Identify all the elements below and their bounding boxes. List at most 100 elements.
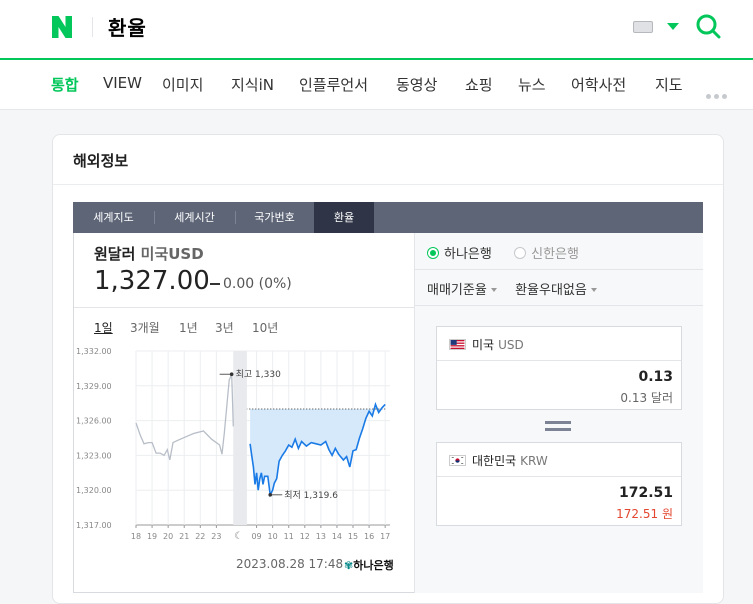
x-tick-label: 20 bbox=[163, 532, 173, 541]
dropdown-triangle-icon[interactable] bbox=[667, 23, 679, 30]
from-currency-selector[interactable]: 미국USD bbox=[437, 327, 681, 361]
hana-bank-logo: ✾하나은행 bbox=[344, 557, 394, 573]
divider bbox=[415, 269, 703, 270]
to-amount-text: 172.51 원 bbox=[616, 505, 673, 522]
x-tick-label: 21 bbox=[179, 532, 189, 541]
subtab-world-time[interactable]: 세계시간 bbox=[154, 202, 235, 233]
rate-change: 0.00 (0%) bbox=[210, 276, 292, 292]
to-code: KRW bbox=[520, 454, 548, 468]
subtab-exchange-rate[interactable]: 환율 bbox=[314, 202, 374, 233]
y-tick-label: 1,317.00 bbox=[76, 521, 112, 530]
tab-news[interactable]: 뉴스 bbox=[518, 74, 546, 95]
search-query[interactable]: 환율 bbox=[108, 12, 147, 41]
max-label: 최고 1,330 bbox=[236, 369, 281, 380]
converter-to[interactable]: 대한민국 KRW 172.51 172.51 원 bbox=[436, 442, 682, 526]
change-value: 0.00 bbox=[223, 276, 254, 292]
preference-label: 환율우대없음 bbox=[515, 283, 587, 298]
x-tick-label: 09 bbox=[251, 532, 261, 541]
bank-label-shinhan[interactable]: 신한은행 bbox=[531, 247, 579, 262]
keyboard-icon[interactable] bbox=[633, 21, 653, 33]
currency-name: 원달러 미국USD bbox=[94, 243, 204, 264]
currency-code: 미국USD bbox=[141, 245, 204, 263]
divider bbox=[92, 17, 93, 37]
exchange-panel: 원달러 미국USD 1,327.00 0.00 (0%) 1일 3개월 1년 3… bbox=[73, 233, 703, 593]
period-3y[interactable]: 3년 bbox=[215, 319, 234, 336]
x-tick-label: 17 bbox=[380, 532, 390, 541]
x-tick-label: 18 bbox=[131, 532, 141, 541]
x-tick-label: 23 bbox=[211, 532, 221, 541]
y-tick-label: 1,326.00 bbox=[76, 417, 112, 426]
x-tick-label: 19 bbox=[147, 532, 157, 541]
equals-icon bbox=[545, 421, 571, 431]
rate-timestamp: 2023.08.28 17:48 bbox=[236, 557, 343, 571]
x-tick-label: 15 bbox=[348, 532, 358, 541]
from-amount-text: 0.13 달러 bbox=[620, 389, 673, 406]
more-icon[interactable] bbox=[706, 84, 730, 103]
to-currency-selector[interactable]: 대한민국 KRW bbox=[437, 443, 681, 477]
subtab-bar: 세계지도 세계시간 국가번호 환율 bbox=[73, 202, 703, 233]
rate-type-label: 매매기준율 bbox=[427, 283, 487, 298]
tab-image[interactable]: 이미지 bbox=[162, 74, 203, 95]
subtab-world-map[interactable]: 세계지도 bbox=[73, 202, 154, 233]
x-tick-label: 12 bbox=[300, 532, 310, 541]
card-title: 해외정보 bbox=[73, 150, 128, 171]
converter-from[interactable]: 미국USD 0.13 0.13 달러 bbox=[436, 326, 682, 410]
from-amount-input[interactable]: 0.13 bbox=[638, 369, 673, 385]
search-tabs: 통합 VIEW 이미지 지식iN 인플루언서 동영상 쇼핑 뉴스 어학사전 지도 bbox=[0, 60, 753, 110]
overseas-info-card: 해외정보 세계지도 세계시간 국가번호 환율 원달러 미국USD 1,327.0… bbox=[52, 134, 724, 604]
caret-down-icon bbox=[591, 288, 597, 292]
preference-dropdown[interactable]: 환율우대없음 bbox=[515, 283, 597, 298]
bank-selector: 하나은행 신한은행 bbox=[427, 243, 579, 261]
divider bbox=[74, 307, 414, 308]
tab-all[interactable]: 통합 bbox=[51, 74, 79, 95]
min-marker bbox=[268, 493, 272, 497]
radio-shinhan[interactable] bbox=[514, 247, 526, 259]
radio-hana[interactable] bbox=[427, 247, 439, 259]
moon-icon: ☾ bbox=[234, 531, 243, 542]
y-tick-label: 1,323.00 bbox=[76, 451, 112, 460]
divider bbox=[415, 305, 703, 306]
subtab-country-code[interactable]: 국가번호 bbox=[235, 202, 314, 233]
tab-shopping[interactable]: 쇼핑 bbox=[465, 74, 493, 95]
min-label: 최저 1,319.6 bbox=[284, 490, 338, 501]
x-tick-label: 22 bbox=[195, 532, 205, 541]
bank-logo-text: 하나은행 bbox=[353, 559, 393, 572]
period-1y[interactable]: 1년 bbox=[179, 319, 198, 336]
y-tick-label: 1,332.00 bbox=[76, 347, 112, 356]
caret-down-icon bbox=[491, 288, 497, 292]
search-icon[interactable] bbox=[695, 13, 721, 39]
period-3m[interactable]: 3개월 bbox=[130, 319, 160, 336]
rate-options: 매매기준율 환율우대없음 bbox=[427, 279, 597, 298]
no-change-icon bbox=[210, 283, 220, 285]
us-flag-icon bbox=[449, 339, 466, 350]
y-tick-label: 1,320.00 bbox=[76, 486, 112, 495]
tab-view[interactable]: VIEW bbox=[103, 74, 142, 92]
kr-flag-icon bbox=[449, 455, 466, 466]
tab-dictionary[interactable]: 어학사전 bbox=[571, 74, 626, 95]
top-bar: 환율 bbox=[0, 0, 753, 58]
tab-map[interactable]: 지도 bbox=[655, 74, 683, 95]
rate-pane: 원달러 미국USD 1,327.00 0.00 (0%) 1일 3개월 1년 3… bbox=[74, 233, 415, 593]
period-1d[interactable]: 1일 bbox=[94, 319, 113, 336]
period-10y[interactable]: 10년 bbox=[252, 319, 278, 336]
max-marker bbox=[230, 372, 234, 376]
rate-type-dropdown[interactable]: 매매기준율 bbox=[427, 283, 497, 298]
tab-influencer[interactable]: 인플루언서 bbox=[299, 74, 368, 95]
naver-logo-icon[interactable] bbox=[50, 14, 74, 40]
to-country: 대한민국 bbox=[472, 454, 516, 468]
currency-pair: 원달러 bbox=[94, 245, 135, 263]
rate-chart[interactable]: 1,332.00 1,329.00 1,326.00 1,323.00 1,320.00… bbox=[74, 341, 415, 546]
converter-pane: 하나은행 신한은행 매매기준율 환율우대없음 미국USD bbox=[415, 233, 703, 593]
x-tick-label: 13 bbox=[316, 532, 326, 541]
tab-video[interactable]: 동영상 bbox=[396, 74, 437, 95]
x-tick-label: 10 bbox=[268, 532, 278, 541]
y-tick-label: 1,329.00 bbox=[76, 382, 112, 391]
from-country: 미국 bbox=[472, 338, 494, 352]
tab-kin[interactable]: 지식iN bbox=[231, 74, 274, 95]
to-amount-input[interactable]: 172.51 bbox=[619, 485, 673, 501]
rate-value: 1,327.00 bbox=[94, 266, 210, 296]
x-tick-label: 16 bbox=[364, 532, 374, 541]
x-tick-label: 14 bbox=[332, 532, 342, 541]
x-tick-label: 11 bbox=[284, 532, 294, 541]
bank-label-hana[interactable]: 하나은행 bbox=[444, 247, 492, 262]
